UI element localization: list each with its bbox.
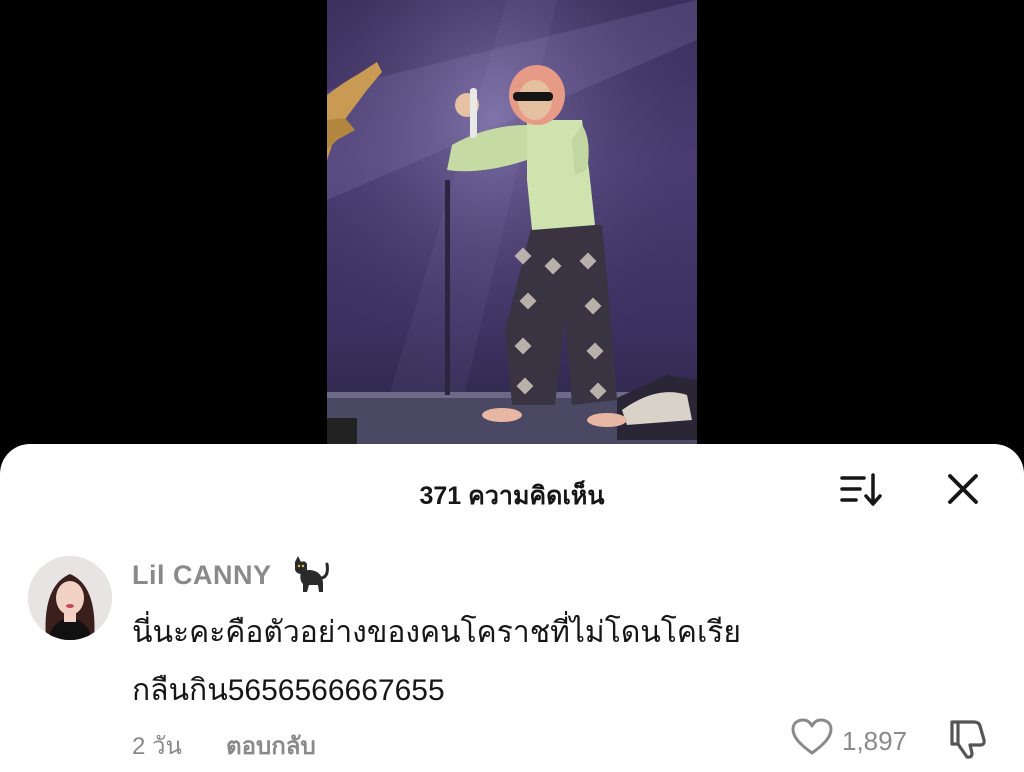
avatar-image: [28, 556, 112, 640]
reply-button[interactable]: ตอบกลับ: [226, 726, 316, 765]
heart-icon: [791, 718, 833, 755]
close-button[interactable]: [941, 470, 985, 510]
screen: 371 ความคิดเห็น Lil CANNY นี่นะคะคือตัวอ…: [0, 0, 1024, 772]
video-player[interactable]: [327, 0, 697, 470]
sort-icon: [840, 473, 882, 506]
like-button[interactable]: [790, 718, 834, 758]
like-count: 1,897: [842, 726, 908, 756]
comment-username[interactable]: Lil CANNY: [132, 560, 272, 591]
comment-text-line-1: นี่นะคะคือตัวอย่างของคนโคราชที่ไม่โดนโคเ…: [132, 616, 741, 649]
comment-body: นี่นะคะคือตัวอย่างของคนโคราชที่ไม่โดนโคเ…: [132, 604, 932, 720]
sort-button[interactable]: [836, 470, 884, 510]
thumbs-down-icon: [950, 720, 986, 759]
cat-icon: [289, 554, 331, 594]
dislike-button[interactable]: [944, 716, 990, 760]
close-icon: [948, 474, 978, 504]
comments-sheet: 371 ความคิดเห็น Lil CANNY นี่นะคะคือตัวอ…: [0, 444, 1024, 772]
comment-timestamp: 2 วัน: [132, 733, 182, 760]
avatar[interactable]: [28, 556, 112, 640]
comments-header: 371 ความคิดเห็น: [0, 470, 1024, 510]
video-frame-image: [327, 0, 697, 470]
comment-text-line-2: กลืนกิน5656566667655: [132, 674, 445, 707]
comment-item: Lil CANNY นี่นะคะคือตัวอย่างของคนโคราชที…: [0, 554, 1024, 772]
